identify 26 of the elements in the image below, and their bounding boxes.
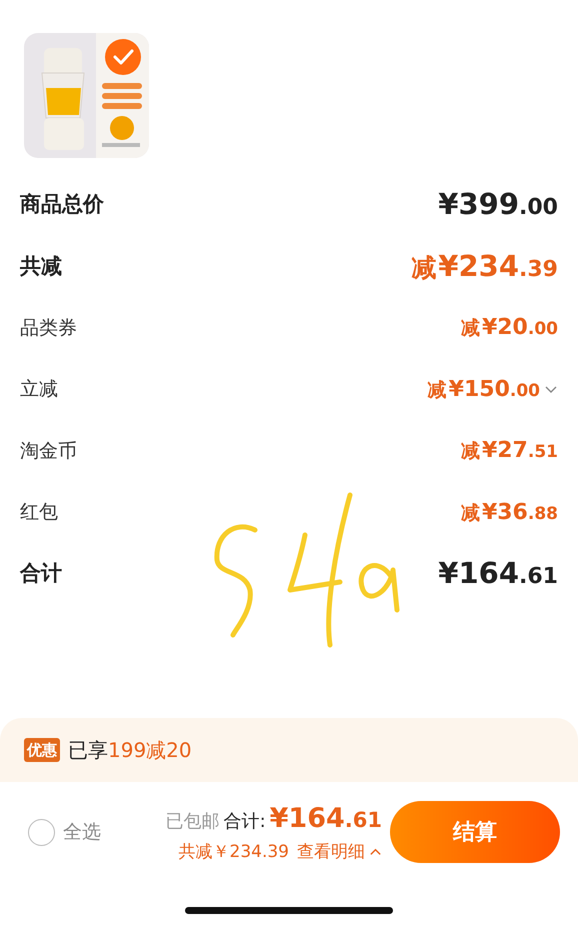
- check-icon[interactable]: [105, 39, 141, 75]
- price-amount: 减¥27.51: [460, 437, 558, 466]
- summary-label: 商品总价: [20, 191, 104, 218]
- price-amount: 减¥36.88: [460, 498, 558, 527]
- checkout-button[interactable]: 结算: [390, 801, 560, 863]
- summary-label: 合计: [20, 560, 62, 587]
- price-amount: ¥164.61: [438, 555, 558, 592]
- select-all-checkbox[interactable]: [28, 818, 55, 846]
- select-all-label[interactable]: 全选: [63, 818, 101, 846]
- summary-label: 品类券: [20, 316, 77, 340]
- shipping-text: 已包邮: [166, 810, 220, 834]
- summary-label: 立减: [20, 377, 58, 402]
- price-amount: 减¥234.39: [411, 248, 558, 284]
- promo-highlight: 199减20: [108, 737, 192, 764]
- price-amount: 减¥150.00: [428, 376, 540, 404]
- discount-text: 共减￥234.39: [178, 840, 289, 864]
- summary-label: 淘金币: [20, 438, 77, 464]
- summary-label: 红包: [20, 500, 58, 525]
- promo-text: 已享: [68, 737, 108, 764]
- total-label: 合计:: [224, 810, 266, 834]
- price-amount: 减¥20.00: [460, 314, 558, 342]
- price-amount: ¥399.00: [438, 186, 558, 223]
- summary-label: 共减: [20, 252, 62, 280]
- total-amount: ¥164.61: [270, 802, 382, 836]
- details-link[interactable]: 查看明细: [297, 840, 382, 865]
- promo-badge: 优惠: [24, 738, 60, 762]
